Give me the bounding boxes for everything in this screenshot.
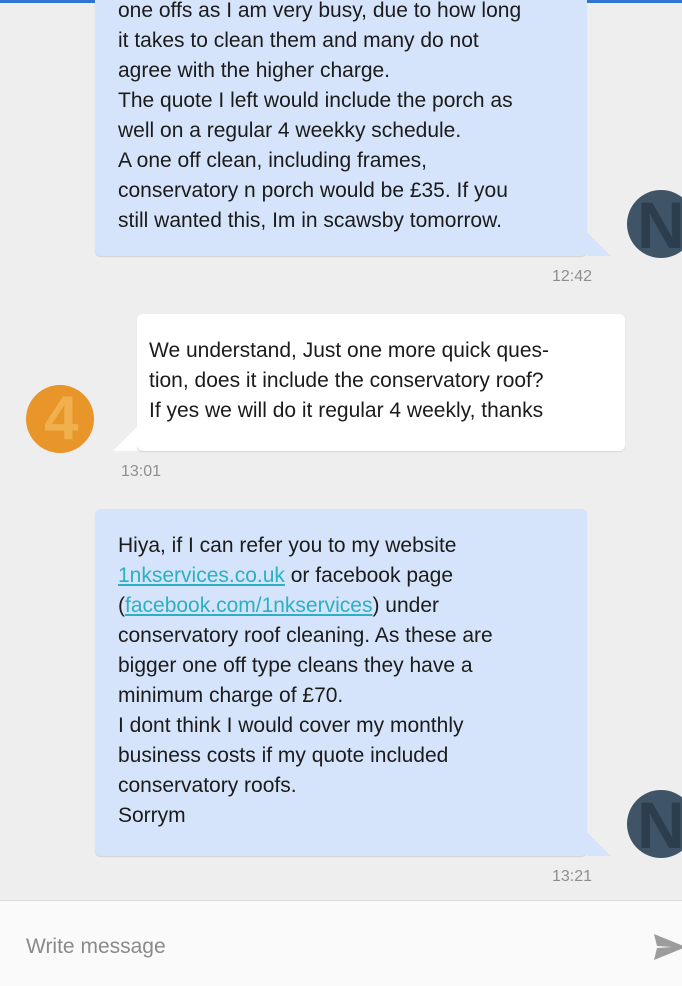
- message-input[interactable]: [26, 935, 626, 959]
- message-text: Hiya, if I can refer you to my website: [118, 534, 457, 557]
- avatar[interactable]: 4: [26, 385, 94, 453]
- message-text: one offs as I am very busy, due to how l…: [118, 0, 522, 232]
- send-icon[interactable]: [652, 930, 682, 964]
- message-timestamp: 13:01: [121, 463, 162, 480]
- message-timestamp: 12:42: [552, 268, 593, 285]
- avatar-letter: N: [637, 190, 682, 258]
- avatar[interactable]: N: [627, 790, 682, 858]
- avatar-letter: N: [637, 790, 682, 858]
- message-text: ) under conservatory roof cleaning. As t…: [118, 594, 493, 827]
- avatar[interactable]: N: [627, 190, 682, 258]
- avatar-letter: 4: [44, 385, 79, 453]
- message-composer: [0, 900, 682, 986]
- facebook-link[interactable]: facebook.com/1nkservices: [125, 594, 372, 617]
- bubble-tail: [113, 427, 137, 451]
- message-bubble-incoming[interactable]: We understand, Just one more quick ques-…: [137, 314, 625, 451]
- message-timestamp: 13:21: [552, 868, 593, 885]
- bubble-tail: [587, 232, 611, 256]
- message-text: We understand, Just one more quick ques-…: [149, 339, 549, 422]
- message-bubble-outgoing[interactable]: Hiya, if I can refer you to my website 1…: [95, 509, 587, 856]
- website-link[interactable]: 1nkservices.co.uk: [118, 564, 285, 587]
- bubble-tail: [587, 832, 611, 856]
- message-bubble-outgoing[interactable]: one offs as I am very busy, due to how l…: [95, 0, 587, 256]
